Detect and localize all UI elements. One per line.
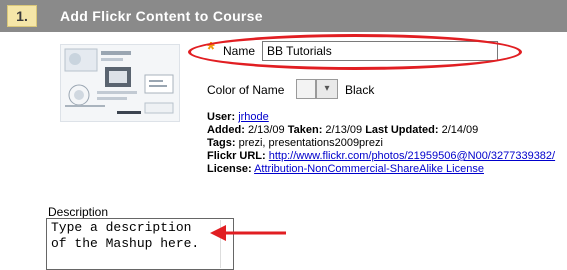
dates-line: Added: 2/13/09 Taken: 2/13/09 Last Updat… xyxy=(207,124,478,137)
tags-label: Tags: xyxy=(207,137,236,149)
taken-label: Taken: xyxy=(287,124,323,136)
added-label: Added: xyxy=(207,124,245,136)
annotation-oval xyxy=(188,34,522,70)
user-link[interactable]: jrhode xyxy=(238,111,269,123)
description-label: Description xyxy=(48,205,109,219)
taken-value: 2/13/09 xyxy=(325,124,363,136)
flickr-url-link[interactable]: http://www.flickr.com/photos/21959506@N0… xyxy=(269,150,555,162)
tags-value: prezi, presentations2009prezi xyxy=(238,137,383,149)
annotation-arrow-icon xyxy=(210,225,286,241)
updated-label: Last Updated: xyxy=(365,124,439,136)
user-line: User: jrhode xyxy=(207,111,269,124)
license-label: License: xyxy=(207,163,252,175)
color-swatch[interactable] xyxy=(296,79,316,99)
step-number: 1. xyxy=(7,5,37,27)
step-header: 1. Add Flickr Content to Course xyxy=(0,0,567,32)
description-textarea[interactable]: Type a description of the Mashup here. xyxy=(46,218,234,270)
license-line: License: Attribution-NonCommercial-Share… xyxy=(207,163,484,176)
url-line: Flickr URL: http://www.flickr.com/photos… xyxy=(207,150,555,163)
url-label: Flickr URL: xyxy=(207,150,266,162)
step-title: Add Flickr Content to Course xyxy=(60,8,263,24)
tags-line: Tags: prezi, presentations2009prezi xyxy=(207,137,383,150)
license-link[interactable]: Attribution-NonCommercial-ShareAlike Lic… xyxy=(254,163,484,175)
updated-value: 2/14/09 xyxy=(441,124,479,136)
chevron-down-icon[interactable]: ▾ xyxy=(316,79,338,99)
color-of-name-label: Color of Name xyxy=(207,83,285,97)
color-value: Black xyxy=(345,83,375,97)
user-label: User: xyxy=(207,111,236,123)
added-value: 2/13/09 xyxy=(247,124,285,136)
flickr-thumbnail[interactable] xyxy=(60,44,180,122)
flickr-photo-thumbnail-icon xyxy=(64,48,174,114)
